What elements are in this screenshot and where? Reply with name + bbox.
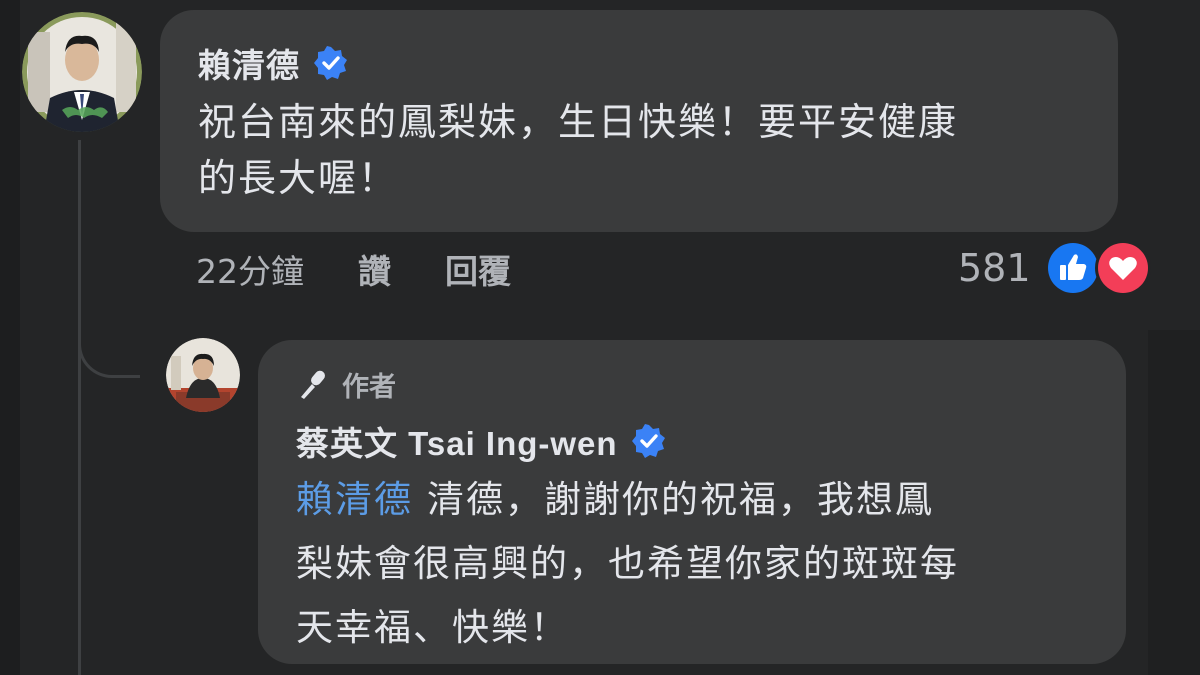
reply-text-line: 天幸福、快樂！ (296, 606, 569, 649)
reply-button[interactable]: 回覆 (445, 245, 511, 293)
reply-text-line: 賴清德 清德，謝謝你的祝福，我想鳳 (296, 468, 1086, 532)
author-badge-label: 作者 (342, 371, 396, 403)
comment-bubble: 賴清德 祝台南來的鳳梨妹，生日快樂！要平安健康 的長大喔！ (160, 10, 1118, 232)
love-icon (1094, 240, 1151, 296)
comment-text-line: 的長大喔！ (198, 156, 399, 200)
reply-text: 賴清德 清德，謝謝你的祝福，我想鳳 梨妹會很高興的，也希望你家的斑斑每 天幸福、快… (296, 468, 1086, 660)
author-badge: 作者 (296, 362, 1086, 406)
reply-text-segment: 清德，謝謝你的祝福，我想鳳 (427, 478, 934, 521)
left-edge (0, 0, 20, 675)
reactions-summary[interactable]: 581 (958, 240, 1151, 296)
microphone-icon (296, 367, 330, 401)
comment-text-line: 祝台南來的鳳梨妹，生日快樂！要平安健康 (198, 100, 959, 144)
like-icon (1044, 240, 1101, 296)
verified-badge-icon (314, 46, 348, 80)
thread-connector (78, 300, 140, 378)
comment-timestamp[interactable]: 22分鐘 (196, 245, 304, 293)
right-edge (1148, 330, 1200, 675)
comment-text: 祝台南來的鳳梨妹，生日快樂！要平安健康 的長大喔！ (198, 94, 1078, 206)
comment-author-name[interactable]: 賴清德 (198, 39, 300, 87)
comment-actions: 22分鐘 讚 回覆 (196, 244, 565, 294)
commenter-avatar[interactable] (22, 12, 142, 132)
reply-text-line: 梨妹會很高興的，也希望你家的斑斑每 (296, 542, 959, 585)
mention-link[interactable]: 賴清德 (296, 478, 413, 521)
reply-author-row: 蔡英文 Tsai Ing-wen (296, 418, 1086, 464)
comment-author-row: 賴清德 (198, 40, 1078, 86)
verified-badge-icon (631, 424, 666, 458)
like-button[interactable]: 讚 (358, 245, 391, 293)
reaction-count: 581 (958, 246, 1031, 290)
reply-bubble: 作者 蔡英文 Tsai Ing-wen 賴清德 清德，謝謝你的祝福，我想鳳 梨妹會… (258, 340, 1126, 664)
reply-author-name[interactable]: 蔡英文 Tsai Ing-wen (296, 417, 618, 465)
reply-author-avatar[interactable] (166, 338, 240, 412)
thread-line (78, 140, 81, 675)
